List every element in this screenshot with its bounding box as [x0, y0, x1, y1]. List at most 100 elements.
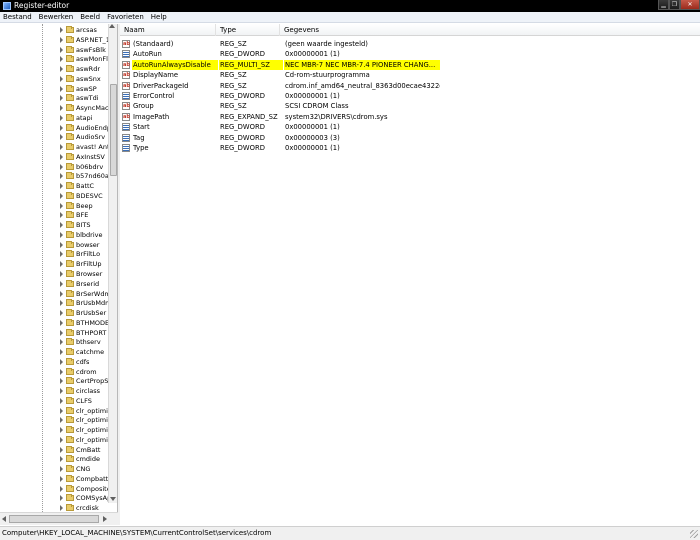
scroll-thumb[interactable] [110, 84, 117, 176]
tree-item[interactable]: CmBatt [0, 445, 108, 455]
expand-arrow-icon[interactable] [60, 495, 63, 502]
tree-item[interactable]: cdfs [0, 357, 108, 367]
expand-arrow-icon[interactable] [60, 349, 63, 356]
maximize-button[interactable]: ❐ [669, 0, 680, 10]
tree-item[interactable]: cdrom [0, 367, 108, 377]
tree-item[interactable]: crcdisk [0, 503, 108, 512]
expand-arrow-icon[interactable] [60, 153, 63, 160]
tree-item[interactable]: Brserid [0, 279, 108, 289]
tree-item[interactable]: ASP.NET_1 [0, 35, 108, 45]
registry-value-list[interactable]: Naam Type Gegevens ab (Standaard) REG_SZ (g… [120, 24, 700, 525]
menu-bestand[interactable]: Bestand [0, 12, 36, 22]
tree-item[interactable]: cmdide [0, 454, 108, 464]
table-row[interactable]: ab ImagePath REG_EXPAND_SZ system32\DRIVERS… [120, 112, 520, 122]
table-row[interactable]: ab DriverPackageId REG_SZ cdrom.inf_amd64_n… [120, 81, 520, 91]
expand-arrow-icon[interactable] [60, 378, 63, 385]
expand-arrow-icon[interactable] [60, 222, 63, 229]
table-row[interactable]: Start REG_DWORD 0x00000001 (1) [120, 122, 520, 132]
expand-arrow-icon[interactable] [60, 358, 63, 365]
tree-item[interactable]: bthserv [0, 337, 108, 347]
horizontal-scroll-thumb[interactable] [9, 515, 99, 523]
tree-item[interactable]: BrUsbSer [0, 308, 108, 318]
expand-arrow-icon[interactable] [60, 310, 63, 317]
tree-item[interactable]: clr_optimiz [0, 425, 108, 435]
expand-arrow-icon[interactable] [60, 192, 63, 199]
expand-arrow-icon[interactable] [60, 397, 63, 404]
tree-item[interactable]: aswFsBlk [0, 45, 108, 55]
table-row[interactable]: ab DisplayName REG_SZ Cd-rom-stuurprogramma [120, 70, 520, 80]
tree-item[interactable]: aswMonFlt [0, 54, 108, 64]
scroll-up-arrow-icon[interactable] [109, 24, 115, 28]
tree-item[interactable]: BTHMODE [0, 318, 108, 328]
tree-item[interactable]: AudioSrv [0, 132, 108, 142]
expand-arrow-icon[interactable] [60, 105, 63, 112]
tree-horizontal-scrollbar[interactable] [0, 512, 118, 525]
tree-item[interactable]: clr_optimiz [0, 406, 108, 416]
expand-arrow-icon[interactable] [60, 134, 63, 141]
expand-arrow-icon[interactable] [60, 95, 63, 102]
tree-item[interactable]: circlass [0, 386, 108, 396]
expand-arrow-icon[interactable] [60, 388, 63, 395]
expand-arrow-icon[interactable] [60, 436, 63, 443]
tree-item[interactable]: catchme [0, 347, 108, 357]
expand-arrow-icon[interactable] [60, 300, 63, 307]
expand-arrow-icon[interactable] [60, 271, 63, 277]
tree-item[interactable]: Composite [0, 484, 108, 494]
resize-grip-icon[interactable] [690, 530, 698, 538]
tree-item[interactable]: clr_optimiz [0, 415, 108, 425]
expand-arrow-icon[interactable] [60, 202, 63, 209]
tree-item[interactable]: AudioEndp [0, 123, 108, 133]
expand-arrow-icon[interactable] [60, 505, 63, 512]
expand-arrow-icon[interactable] [60, 280, 63, 287]
tree-item[interactable]: arcsas [0, 25, 108, 35]
tree-item[interactable]: BattC [0, 181, 108, 191]
expand-arrow-icon[interactable] [60, 241, 63, 248]
expand-arrow-icon[interactable] [60, 417, 63, 424]
tree-item[interactable]: BrUsbMdm [0, 298, 108, 308]
expand-arrow-icon[interactable] [60, 407, 63, 414]
tree-vertical-scrollbar[interactable] [108, 24, 117, 503]
tree-item[interactable]: aswTdi [0, 93, 108, 103]
tree-item[interactable]: Beep [0, 201, 108, 211]
expand-arrow-icon[interactable] [60, 144, 63, 151]
table-row[interactable]: ab Group REG_SZ SCSI CDROM Class [120, 101, 520, 111]
tree-item[interactable]: b06bdrv [0, 162, 108, 172]
menu-help[interactable]: Help [148, 12, 171, 22]
scroll-left-arrow-icon[interactable] [2, 516, 6, 522]
table-row[interactable]: ab AutoRunAlwaysDisable REG_MULTI_SZ NEC MB… [120, 59, 520, 70]
tree-item[interactable]: AxInstSV [0, 152, 108, 162]
expand-arrow-icon[interactable] [60, 183, 63, 190]
expand-arrow-icon[interactable] [60, 290, 63, 297]
tree-item[interactable]: bowser [0, 240, 108, 250]
expand-arrow-icon[interactable] [60, 319, 63, 326]
expand-arrow-icon[interactable] [60, 339, 63, 346]
tree-item[interactable]: AsyncMac [0, 103, 108, 113]
column-header-type[interactable]: Type [216, 24, 280, 36]
expand-arrow-icon[interactable] [60, 251, 63, 258]
tree-item[interactable]: blbdrive [0, 230, 108, 240]
tree-item[interactable]: b57nd60a [0, 171, 108, 181]
scroll-right-arrow-icon[interactable] [103, 516, 107, 522]
menu-beeld[interactable]: Beeld [77, 12, 104, 22]
expand-arrow-icon[interactable] [60, 124, 63, 131]
expand-arrow-icon[interactable] [60, 231, 63, 238]
expand-arrow-icon[interactable] [60, 446, 63, 453]
tree-item[interactable]: BrSerWdm [0, 289, 108, 299]
column-header-name[interactable]: Naam [120, 24, 216, 36]
close-button[interactable]: ✕ [680, 0, 700, 10]
expand-arrow-icon[interactable] [60, 85, 63, 92]
tree-item[interactable]: CertPropSv [0, 376, 108, 386]
table-row[interactable]: ErrorControl REG_DWORD 0x00000001 (1) [120, 91, 520, 101]
expand-arrow-icon[interactable] [60, 475, 63, 482]
table-row[interactable]: Tag REG_DWORD 0x00000003 (3) [120, 133, 520, 143]
expand-arrow-icon[interactable] [60, 212, 63, 219]
expand-arrow-icon[interactable] [60, 173, 63, 180]
expand-arrow-icon[interactable] [60, 329, 63, 336]
expand-arrow-icon[interactable] [60, 368, 63, 375]
expand-arrow-icon[interactable] [60, 163, 63, 170]
expand-arrow-icon[interactable] [60, 466, 63, 473]
expand-arrow-icon[interactable] [60, 36, 63, 43]
column-header-data[interactable]: Gegevens [280, 24, 700, 36]
scroll-down-arrow-icon[interactable] [110, 497, 116, 501]
tree-item[interactable]: CNG [0, 464, 108, 474]
